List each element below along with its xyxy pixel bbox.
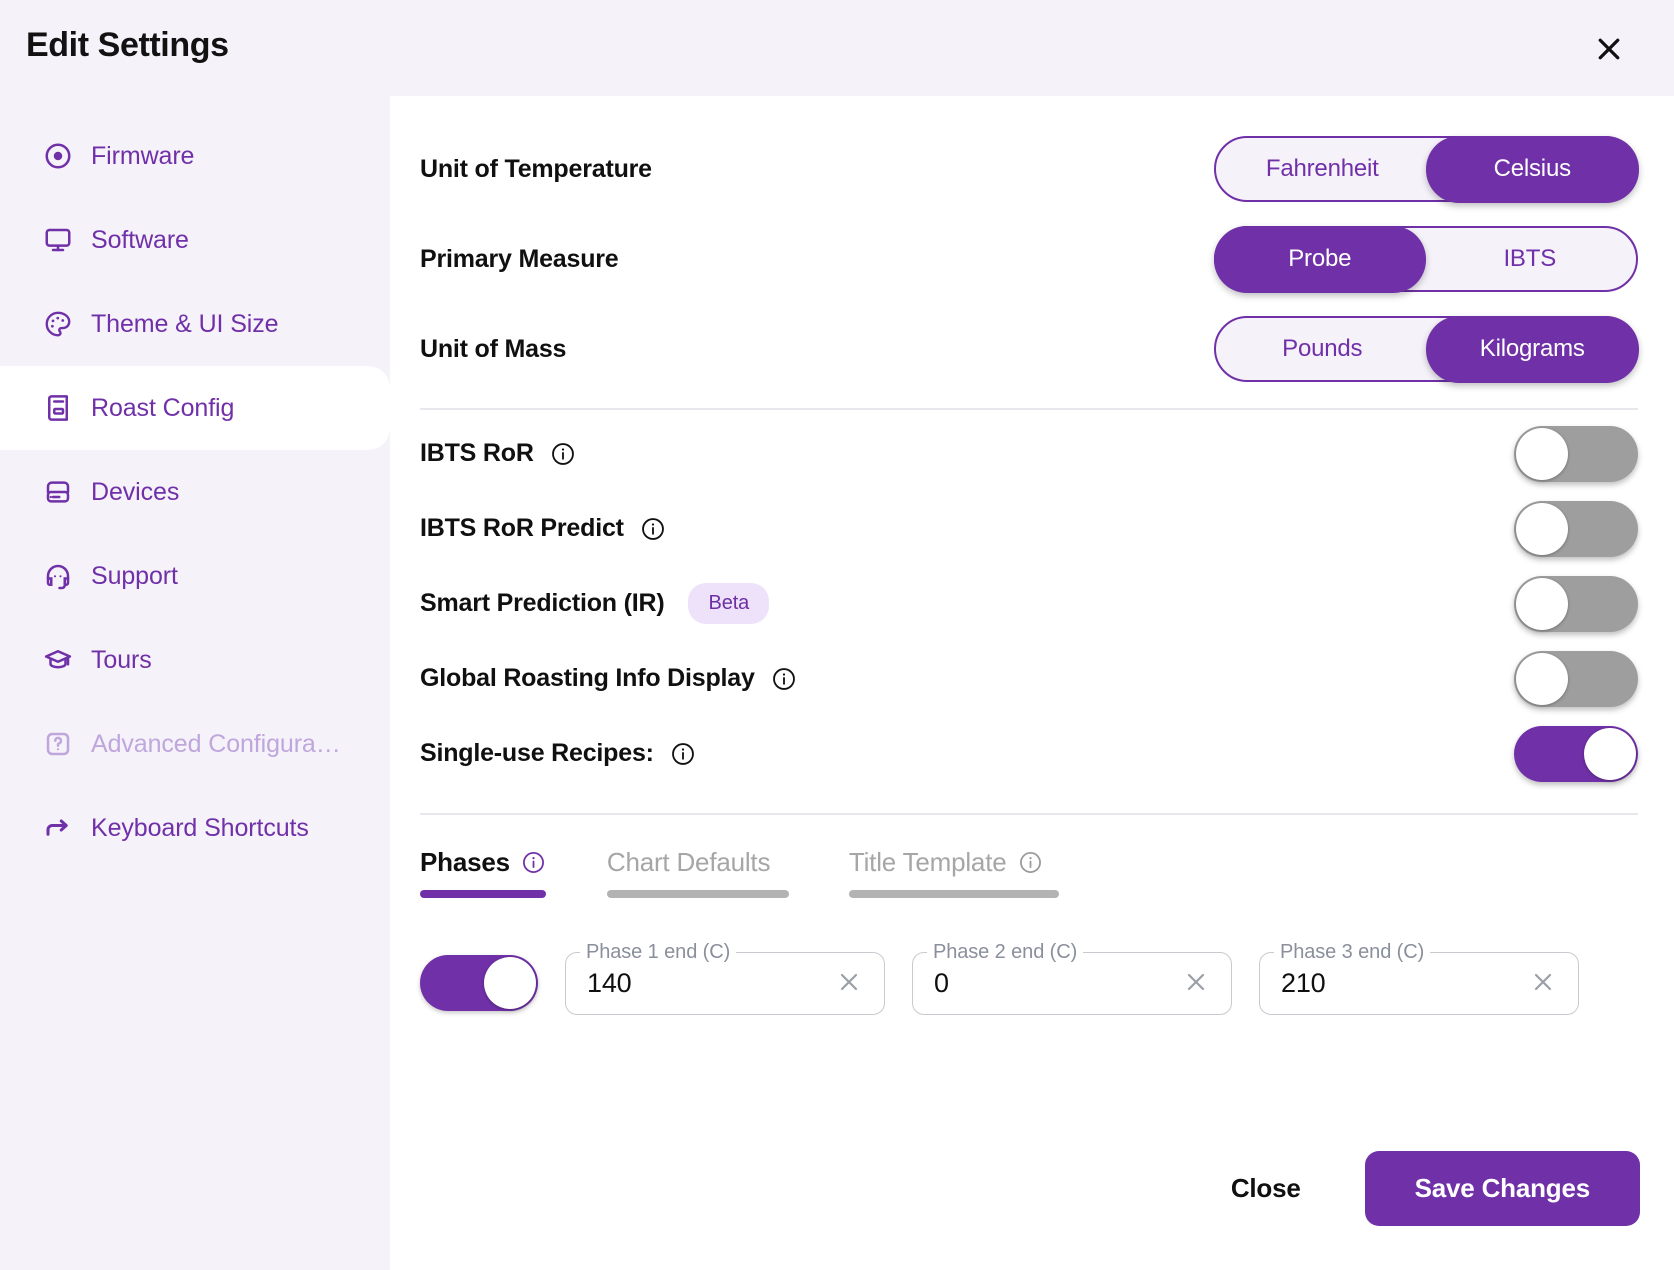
toggle-smart-prediction-ir[interactable]: [1514, 575, 1638, 632]
sidebar-item-advanced-configuration[interactable]: Advanced Configura…: [0, 702, 390, 786]
field-phase-2-end[interactable]: Phase 2 end (C) 0: [912, 941, 1232, 1016]
toggle-ibts-ror[interactable]: [1514, 425, 1638, 482]
seg-option-fahrenheit[interactable]: Fahrenheit: [1216, 138, 1429, 200]
dialog-body: Firmware Software Theme & UI Size Roast …: [0, 96, 1674, 1270]
graduation-cap-icon: [42, 644, 74, 676]
dialog-header: Edit Settings: [0, 0, 1674, 96]
info-icon[interactable]: [550, 441, 576, 467]
headset-icon: [42, 560, 74, 592]
divider-top: [420, 408, 1638, 410]
toggle-phases-enabled[interactable]: [420, 955, 538, 1011]
page-title: Edit Settings: [26, 26, 229, 64]
seg-option-kilograms[interactable]: Kilograms: [1426, 315, 1639, 383]
settings-scroll-area: Unit of Temperature Fahrenheit Celsius P…: [390, 96, 1674, 1151]
save-changes-button[interactable]: Save Changes: [1364, 1151, 1640, 1226]
tab-underline: [420, 890, 546, 898]
segmented-primary-measure: Probe IBTS: [1213, 225, 1638, 293]
settings-tabs: Phases Chart Defaults Title Template: [420, 847, 1638, 898]
tab-underline: [606, 890, 789, 898]
sidebar-item-label: Theme & UI Size: [91, 309, 279, 338]
label-ibts-ror: IBTS RoR: [420, 439, 534, 467]
phase-1-end-input[interactable]: 140: [587, 950, 632, 1016]
segmented-unit-of-temperature: Fahrenheit Celsius: [1214, 135, 1639, 203]
clear-icon[interactable]: [1182, 968, 1212, 998]
row-primary-measure: Primary Measure Probe IBTS: [420, 214, 1638, 304]
field-phase-1-end[interactable]: Phase 1 end (C) 140: [565, 941, 885, 1016]
tab-label: Title Template: [848, 847, 1007, 877]
seg-option-ibts[interactable]: IBTS: [1424, 228, 1637, 290]
row-single-use-recipes: Single-use Recipes:: [420, 716, 1638, 791]
label-global-roasting-info-display: Global Roasting Info Display: [420, 664, 755, 692]
seg-option-celsius[interactable]: Celsius: [1426, 135, 1639, 203]
row-ibts-ror: IBTS RoR: [420, 416, 1638, 491]
label-unit-of-temperature: Unit of Temperature: [420, 154, 652, 183]
row-global-roasting-info-display: Global Roasting Info Display: [420, 641, 1638, 716]
label-unit-of-mass: Unit of Mass: [420, 334, 567, 363]
tab-label: Chart Defaults: [606, 847, 771, 877]
sidebar-item-roast-config[interactable]: Roast Config: [0, 366, 390, 450]
disc-icon: [42, 140, 74, 172]
status-badge-beta: Beta: [688, 583, 770, 624]
toggle-ibts-ror-predict[interactable]: [1514, 500, 1638, 557]
arrow-turn-right-icon: [42, 812, 74, 844]
row-ibts-ror-predict: IBTS RoR Predict: [420, 491, 1638, 566]
tab-underline: [848, 890, 1059, 898]
tab-label: Phases: [420, 847, 510, 877]
dialog-footer: Close Save Changes: [390, 1151, 1674, 1270]
sidebar: Firmware Software Theme & UI Size Roast …: [0, 96, 390, 1270]
sidebar-item-tours[interactable]: Tours: [0, 618, 390, 702]
settings-content: Unit of Temperature Fahrenheit Celsius P…: [390, 96, 1674, 1270]
label-smart-prediction-ir: Smart Prediction (IR): [420, 589, 665, 617]
seg-option-probe[interactable]: Probe: [1213, 225, 1426, 293]
info-icon[interactable]: [771, 666, 797, 692]
clear-icon[interactable]: [835, 968, 865, 998]
row-unit-of-temperature: Unit of Temperature Fahrenheit Celsius: [420, 124, 1639, 214]
palette-icon: [42, 308, 74, 340]
sidebar-item-firmware[interactable]: Firmware: [0, 114, 390, 198]
clear-icon[interactable]: [1529, 968, 1559, 998]
close-icon[interactable]: [1586, 26, 1632, 72]
phase-2-end-input[interactable]: 0: [934, 950, 949, 1016]
seg-option-pounds[interactable]: Pounds: [1216, 318, 1429, 380]
sidebar-item-label: Support: [91, 561, 178, 590]
sidebar-item-devices[interactable]: Devices: [0, 450, 390, 534]
sidebar-item-support[interactable]: Support: [0, 534, 390, 618]
tab-chart-defaults[interactable]: Chart Defaults: [606, 847, 789, 898]
sidebar-item-label: Firmware: [91, 141, 195, 170]
phase-3-end-input[interactable]: 210: [1281, 950, 1326, 1016]
label-primary-measure: Primary Measure: [420, 244, 619, 273]
label-single-use-recipes: Single-use Recipes:: [420, 739, 654, 767]
row-smart-prediction-ir: Smart Prediction (IR) Beta: [420, 566, 1638, 641]
row-unit-of-mass: Unit of Mass Pounds Kilograms: [420, 304, 1639, 394]
monitor-icon: [42, 224, 74, 256]
sidebar-item-label: Tours: [91, 645, 152, 674]
info-icon[interactable]: [640, 516, 666, 542]
label-ibts-ror-predict: IBTS RoR Predict: [420, 514, 624, 542]
info-icon[interactable]: [670, 741, 696, 767]
sidebar-item-label: Software: [91, 225, 189, 254]
phases-row: Phase 1 end (C) 140 Phase 2 end (C) 0 Ph…: [420, 941, 1638, 1016]
info-icon[interactable]: [1017, 850, 1043, 876]
tab-title-template[interactable]: Title Template: [848, 847, 1059, 898]
field-phase-3-end[interactable]: Phase 3 end (C) 210: [1259, 941, 1579, 1016]
sidebar-item-software[interactable]: Software: [0, 198, 390, 282]
edit-settings-dialog: Edit Settings Firmware Software Theme & …: [0, 0, 1674, 1270]
sidebar-item-label: Keyboard Shortcuts: [91, 813, 309, 842]
toggle-global-roasting-info-display[interactable]: [1514, 650, 1638, 707]
segmented-unit-of-mass: Pounds Kilograms: [1214, 315, 1639, 383]
hard-drive-icon: [42, 476, 74, 508]
tab-phases[interactable]: Phases: [420, 847, 547, 898]
sidebar-item-label: Devices: [91, 477, 180, 506]
divider-bottom: [420, 813, 1638, 815]
book-icon: [42, 392, 74, 424]
sidebar-item-label: Roast Config: [91, 393, 235, 422]
field-label: Phase 2 end (C): [933, 941, 1078, 963]
sidebar-item-keyboard-shortcuts[interactable]: Keyboard Shortcuts: [0, 786, 390, 870]
sidebar-item-theme-ui-size[interactable]: Theme & UI Size: [0, 282, 390, 366]
toggle-single-use-recipes[interactable]: [1514, 725, 1638, 782]
info-icon[interactable]: [521, 850, 547, 876]
sidebar-item-label: Advanced Configura…: [91, 729, 341, 758]
close-button[interactable]: Close: [1185, 1153, 1347, 1224]
question-box-icon: [42, 728, 74, 760]
